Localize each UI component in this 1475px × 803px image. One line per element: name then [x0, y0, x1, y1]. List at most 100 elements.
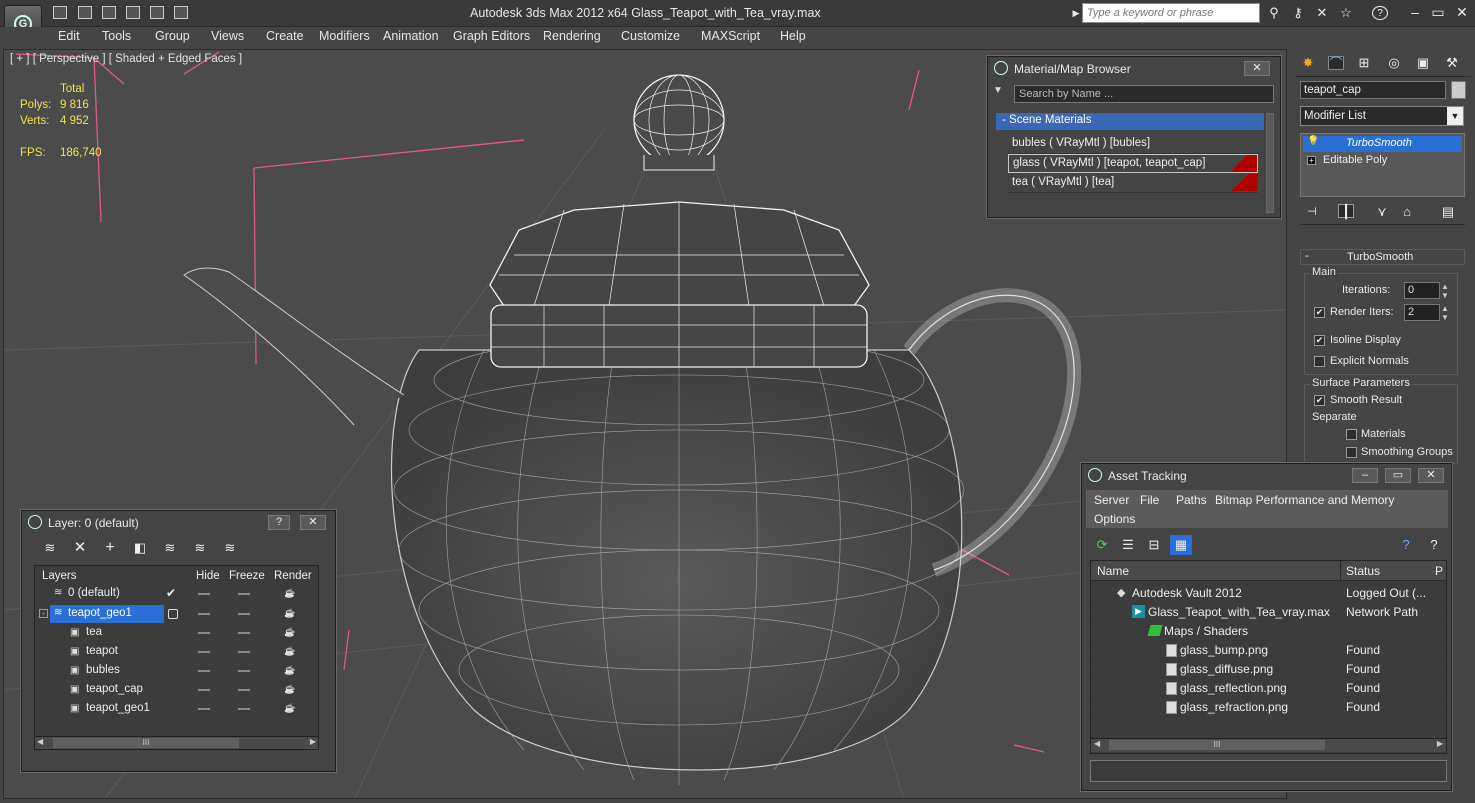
layer-row[interactable]: ▣ tea ☕ [36, 624, 316, 643]
hide-toggle[interactable] [198, 613, 210, 615]
render-teapot-icon[interactable]: ☕ [284, 627, 295, 638]
path-column-header[interactable]: P [1435, 564, 1443, 578]
minimize-button[interactable]: – [1405, 4, 1425, 21]
hide-toggle[interactable] [198, 632, 210, 634]
menu-group[interactable]: Group [155, 29, 190, 43]
help-icon[interactable]: ? [1398, 538, 1414, 552]
hide-column-header[interactable]: Hide [196, 570, 220, 582]
layer-row[interactable]: ▣ bubles ☕ [36, 662, 316, 681]
layer-row[interactable]: - ≋ teapot_geo1 ☕ [36, 605, 316, 624]
material-item[interactable]: tea ( VRayMtl ) [tea] [1008, 174, 1258, 193]
expand-plus-icon[interactable]: + [1307, 156, 1316, 165]
spinner-arrows-icon[interactable]: ▲ ▼ [1441, 282, 1449, 300]
options-dropdown-icon[interactable]: ▼ [993, 85, 1007, 99]
highlight-layer-icon[interactable]: ≋ [162, 541, 178, 555]
make-current-icon[interactable] [168, 609, 178, 619]
render-iters-checkbox[interactable]: ✔ [1314, 307, 1325, 318]
menu-paths[interactable]: Paths [1176, 493, 1207, 507]
asset-row[interactable]: ◆ Autodesk Vault 2012 Logged Out (... [1091, 584, 1447, 603]
menu-help[interactable]: Help [780, 29, 806, 43]
layer-row[interactable]: ▣ teapot_cap ☕ [36, 681, 316, 700]
fetch-icon[interactable] [174, 6, 188, 19]
scene-materials-header[interactable]: - Scene Materials [996, 113, 1264, 130]
redo-icon[interactable] [126, 6, 140, 19]
asset-status-field[interactable] [1090, 760, 1447, 782]
freeze-toggle[interactable] [238, 593, 250, 595]
viewport-label[interactable]: [ + ] [ Perspective ] [ Shaded + Edged F… [10, 53, 242, 65]
layer-row[interactable]: ▣ teapot_geo1 ☕ [36, 700, 316, 719]
freeze-all-icon[interactable]: ≋ [222, 541, 238, 555]
hierarchy-tab-icon[interactable]: ⊞ [1356, 56, 1372, 70]
asset-close-button[interactable]: ✕ [1418, 468, 1444, 483]
maximize-button[interactable]: ▭ [1428, 4, 1448, 21]
hide-all-icon[interactable]: ≋ [192, 541, 208, 555]
asset-maximize-button[interactable]: ▭ [1385, 468, 1411, 483]
asset-row[interactable]: glass_reflection.png Found [1091, 679, 1447, 698]
menu-file[interactable]: File [1140, 493, 1159, 507]
menu-maxscript[interactable]: MAXScript [701, 29, 760, 43]
name-column-header[interactable]: Name [1097, 564, 1129, 578]
render-teapot-icon[interactable]: ☕ [284, 703, 295, 714]
modify-tab-icon[interactable]: ⌒ [1328, 56, 1344, 71]
render-teapot-icon[interactable]: ☕ [284, 665, 295, 676]
layer-help-button[interactable]: ? [268, 515, 290, 530]
close-button[interactable]: ✕ [1452, 4, 1472, 21]
create-tab-icon[interactable]: ✸ [1300, 56, 1316, 70]
undo-icon[interactable] [102, 6, 116, 19]
menu-edit[interactable]: Edit [58, 29, 80, 43]
list-view-icon[interactable]: ☰ [1120, 538, 1136, 552]
menu-bitmap-performance[interactable]: Bitmap Performance and Memory [1215, 493, 1394, 507]
layer-row[interactable]: ≋ 0 (default) ✔ ☕ [36, 585, 316, 604]
layer-row[interactable]: ▣ teapot ☕ [36, 643, 316, 662]
menu-server[interactable]: Server [1094, 493, 1129, 507]
binoculars-icon[interactable]: ⚲ [1266, 6, 1282, 20]
asset-row[interactable]: glass_diffuse.png Found [1091, 660, 1447, 679]
save-file-icon[interactable] [78, 6, 92, 19]
separate-materials-checkbox[interactable] [1346, 429, 1357, 440]
freeze-toggle[interactable] [238, 613, 250, 615]
freeze-column-header[interactable]: Freeze [229, 570, 265, 582]
hide-toggle[interactable] [198, 593, 210, 595]
menu-modifiers[interactable]: Modifiers [319, 29, 370, 43]
keyword-search-input[interactable]: Type a keyword or phrase [1082, 3, 1260, 23]
open-file-icon[interactable] [53, 6, 67, 19]
delete-layer-icon[interactable]: ✕ [72, 540, 88, 555]
iterations-spinner[interactable]: 0 [1404, 282, 1440, 299]
layers-column-header[interactable]: Layers [42, 570, 77, 582]
menu-customize[interactable]: Customize [621, 29, 680, 43]
object-color-swatch[interactable] [1451, 81, 1466, 99]
menu-tools[interactable]: Tools [102, 29, 131, 43]
hide-toggle[interactable] [198, 651, 210, 653]
context-help-icon[interactable]: ? [1426, 538, 1442, 552]
menu-options[interactable]: Options [1094, 512, 1135, 526]
menu-animation[interactable]: Animation [383, 29, 439, 43]
render-teapot-icon[interactable]: ☕ [284, 608, 295, 619]
explicit-normals-checkbox[interactable] [1314, 356, 1325, 367]
object-name-field[interactable]: teapot_cap [1300, 81, 1446, 99]
isoline-display-checkbox[interactable]: ✔ [1314, 335, 1325, 346]
material-browser-close-button[interactable]: ✕ [1244, 61, 1270, 76]
spinner-arrows-icon[interactable]: ▲ ▼ [1441, 304, 1449, 322]
render-teapot-icon[interactable]: ☕ [284, 684, 295, 695]
create-layer-icon[interactable]: ≋ [42, 541, 58, 555]
scroll-thumb[interactable]: III [53, 738, 239, 748]
freeze-toggle[interactable] [238, 670, 250, 672]
asset-minimize-button[interactable]: – [1352, 468, 1378, 483]
smooth-result-checkbox[interactable]: ✔ [1314, 395, 1325, 406]
display-tab-icon[interactable]: ▣ [1415, 56, 1431, 70]
stack-item-turbosmooth[interactable]: 💡 TurboSmooth [1303, 136, 1462, 152]
freeze-toggle[interactable] [238, 632, 250, 634]
material-item[interactable]: bubles ( VRayMtl ) [bubles] [1008, 135, 1258, 154]
menu-rendering[interactable]: Rendering [543, 29, 601, 43]
help-icon[interactable]: ? [1372, 6, 1388, 20]
pin-stack-icon[interactable]: ⊣ [1304, 205, 1320, 219]
status-column-header[interactable]: Status [1346, 564, 1380, 578]
table-view-icon[interactable]: ⊟ [1146, 538, 1162, 552]
render-teapot-icon[interactable]: ☕ [284, 646, 295, 657]
remove-modifier-icon[interactable]: ⌂ [1399, 205, 1415, 219]
add-to-layer-icon[interactable]: + [102, 540, 118, 556]
turbosmooth-rollout-header[interactable]: - TurboSmooth [1300, 249, 1465, 265]
show-end-result-icon[interactable]: ┃ [1338, 204, 1354, 219]
asset-row[interactable]: glass_refraction.png Found [1091, 698, 1447, 717]
asset-row[interactable]: glass_bump.png Found [1091, 641, 1447, 660]
